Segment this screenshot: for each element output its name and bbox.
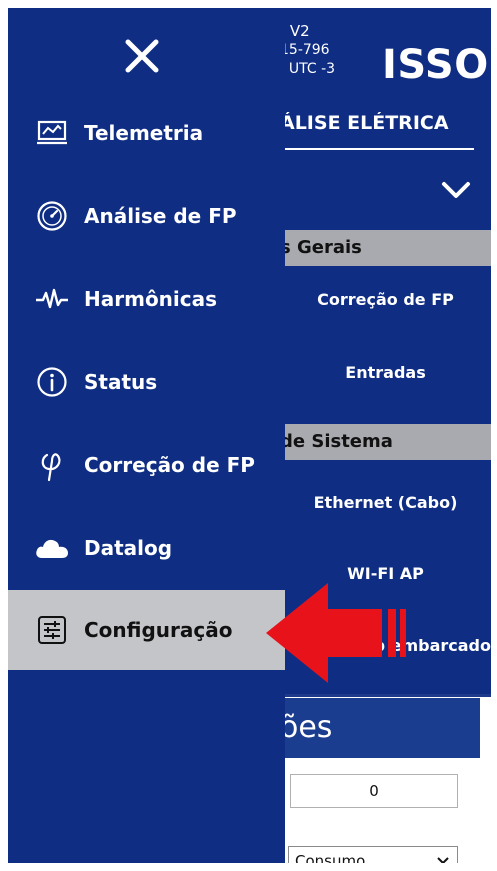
chevron-down-icon [437, 847, 449, 863]
value-input[interactable]: 0 [290, 774, 458, 808]
sidebar-item-analise-fp[interactable]: Análise de FP [8, 186, 285, 246]
info-icon [32, 366, 72, 398]
link-entradas[interactable]: Entradas [280, 363, 491, 382]
brand-logo: ISSO [382, 42, 489, 88]
link-ethernet[interactable]: Ethernet (Cabo) [280, 493, 491, 512]
sidebar-item-harmonicas[interactable]: Harmônicas [8, 269, 285, 329]
device-serial: 15-796 [280, 42, 330, 58]
sidebar-item-label: Status [84, 370, 158, 394]
sidebar-item-label: Telemetria [84, 121, 204, 145]
sidebar-item-label: Datalog [84, 536, 173, 560]
monitor-chart-icon [32, 120, 72, 146]
device-info: ; V2 15-796 . UTC -3 [280, 22, 335, 79]
close-icon[interactable] [122, 36, 162, 76]
sidebar-item-status[interactable]: Status [8, 352, 285, 412]
panel-title: ões [280, 698, 480, 758]
waveform-icon [32, 287, 72, 311]
sidebar-item-label: Configuração [84, 618, 233, 642]
sidebar-item-label: Harmônicas [84, 287, 218, 311]
gauge-icon [32, 200, 72, 232]
group-header-system: de Sistema [280, 424, 491, 460]
cloud-icon [32, 536, 72, 560]
device-timezone: . UTC -3 [280, 61, 336, 77]
device-version: ; V2 [280, 22, 310, 40]
sidebar-item-telemetria[interactable]: Telemetria [8, 103, 285, 163]
sidebar-item-label: Análise de FP [84, 204, 237, 228]
page-section-title: ÁLISE ELÉTRICA [280, 112, 474, 150]
sidebar-item-configuracao[interactable]: Configuração [8, 590, 285, 670]
sliders-icon [32, 615, 72, 645]
phi-icon [32, 448, 72, 482]
sidebar-item-label: Correção de FP [84, 453, 255, 477]
chevron-down-icon[interactable] [441, 180, 471, 200]
red-arrow-icon [266, 583, 406, 683]
mode-select[interactable]: Consumo [288, 846, 458, 863]
app-frame: ; V2 15-796 . UTC -3 ISSO ÁLISE ELÉTRICA… [8, 8, 491, 863]
mode-select-value: Consumo [295, 852, 366, 863]
group-header-general: s Gerais [280, 230, 491, 266]
sidebar-item-datalog[interactable]: Datalog [8, 518, 285, 578]
sidebar-drawer: Telemetria Análise de FP Harmônicas Stat… [8, 8, 285, 863]
sidebar-item-correcao-fp[interactable]: Correção de FP [8, 435, 285, 495]
link-correcao-fp[interactable]: Correção de FP [280, 290, 491, 309]
